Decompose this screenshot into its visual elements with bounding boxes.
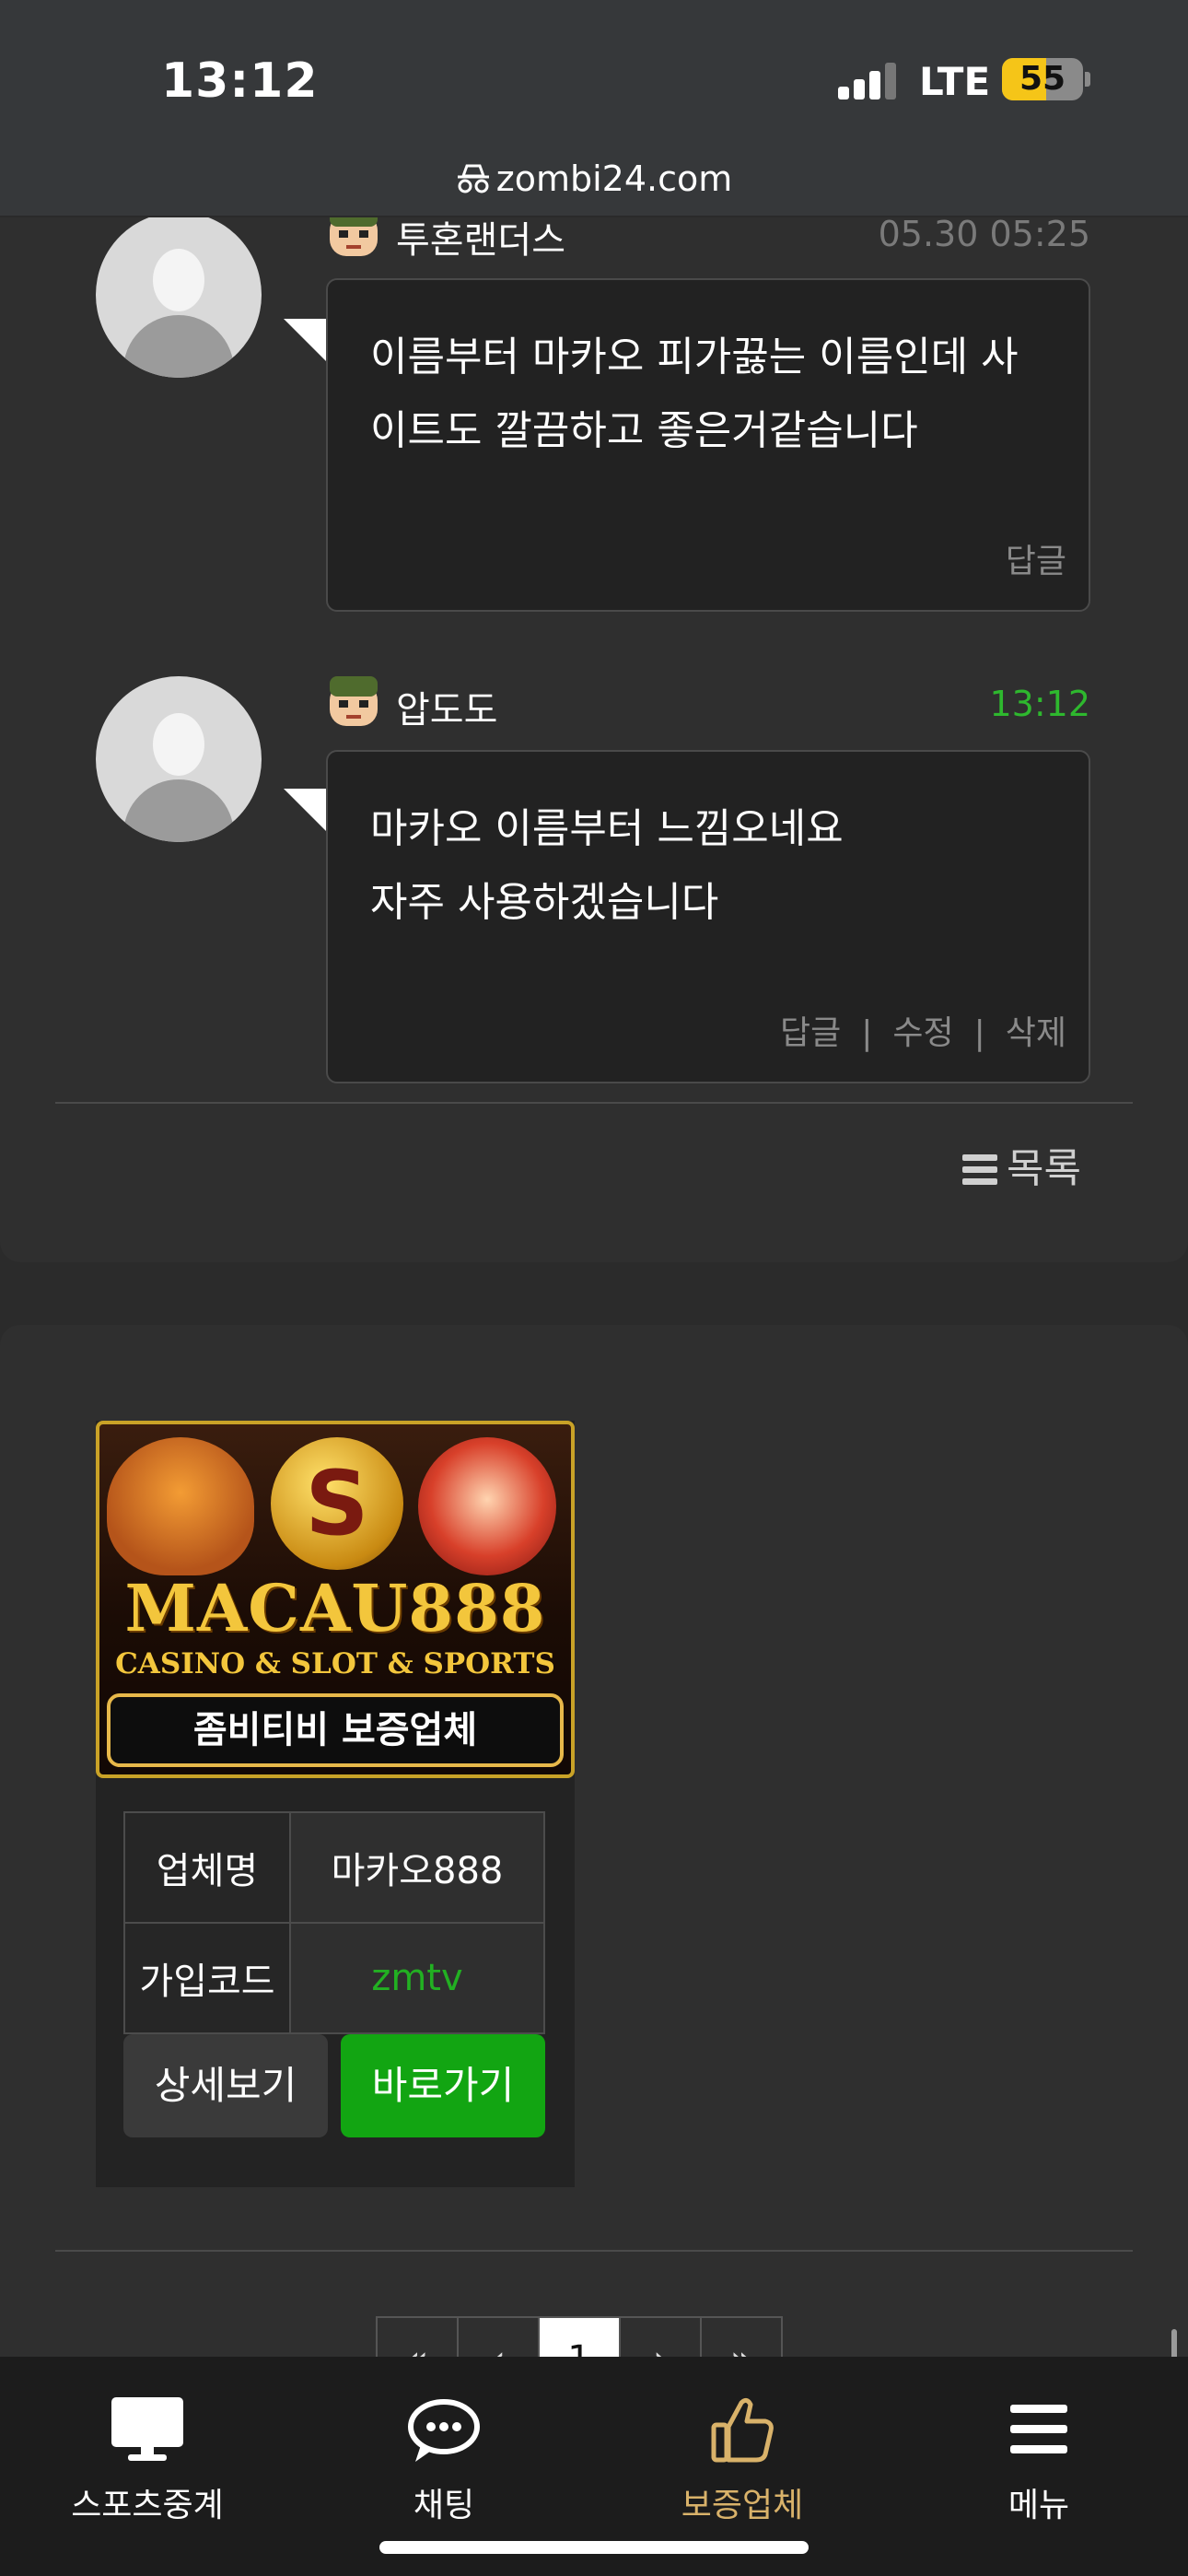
comment-line: 자주 사용하겠습니다 bbox=[370, 879, 719, 926]
comment-text: 마카오 이름부터 느낌오네요 자주 사용하겠습니다 bbox=[370, 792, 1070, 940]
table-key: 가입코드 bbox=[123, 1922, 291, 2034]
table-value: 마카오888 bbox=[289, 1811, 545, 1924]
battery-cap bbox=[1085, 72, 1090, 87]
delete-button[interactable]: 삭제 bbox=[1006, 1014, 1066, 1052]
comment-line: 마카오 이름부터 느낌오네요 bbox=[370, 805, 844, 852]
network-type: LTE bbox=[919, 59, 991, 104]
privacy-icon bbox=[457, 164, 489, 193]
divider: | bbox=[861, 1014, 873, 1052]
lion-dance-image bbox=[418, 1437, 556, 1575]
bubble-tail bbox=[284, 319, 328, 363]
battery-icon: 55 bbox=[1002, 58, 1083, 100]
bubble-tail bbox=[284, 789, 328, 833]
brand-logo-text: MACAU888 bbox=[124, 1570, 546, 1646]
comment-author[interactable]: 투혼랜더스 bbox=[396, 210, 565, 263]
rank-badge-icon bbox=[330, 676, 378, 726]
table-row: 업체명 마카오888 bbox=[123, 1811, 545, 1924]
comment-line: 이름부터 마카오 피가끓는 이름인데 사 bbox=[370, 334, 1019, 381]
status-bar: 13:12 LTE 55 zombi24.com bbox=[0, 0, 1188, 217]
edit-button[interactable]: 수정 bbox=[892, 1014, 953, 1052]
comment-actions: 답글 | 수정 | 삭제 bbox=[780, 1006, 1066, 1054]
comment-actions: 답글 bbox=[1006, 534, 1066, 582]
list-button-label: 목록 bbox=[1007, 1145, 1081, 1192]
nav-menu[interactable]: 메뉴 bbox=[928, 2394, 1149, 2526]
detail-button[interactable]: 상세보기 bbox=[123, 2034, 328, 2137]
comment-time: 13:12 bbox=[989, 684, 1090, 724]
monitor-icon bbox=[111, 2397, 183, 2461]
nav-label: 보증업체 bbox=[681, 2487, 804, 2524]
nav-sports-broadcast[interactable]: 스포츠중계 bbox=[37, 2394, 258, 2526]
nav-label: 채팅 bbox=[413, 2487, 475, 2524]
brand-subtitle: CASINO & SLOT & SPORTS bbox=[115, 1647, 555, 1680]
url-text: zombi24.com bbox=[495, 158, 733, 199]
nav-label: 메뉴 bbox=[1007, 2487, 1070, 2524]
chat-bubble-icon bbox=[408, 2399, 480, 2462]
comment-bubble: 마카오 이름부터 느낌오네요 자주 사용하겠습니다 답글 | 수정 | 삭제 bbox=[326, 750, 1090, 1083]
partner-banner[interactable]: S MACAU888 CASINO & SLOT & SPORTS 좀비티비 보… bbox=[96, 1421, 575, 1778]
nav-chat[interactable]: 채팅 bbox=[333, 2394, 554, 2526]
reply-button[interactable]: 답글 bbox=[780, 1014, 841, 1052]
avatar bbox=[96, 212, 262, 378]
partner-info-table: 업체명 마카오888 가입코드 zmtv bbox=[123, 1811, 545, 2034]
home-indicator bbox=[379, 2541, 809, 2554]
dragon-coin-logo: S bbox=[271, 1437, 403, 1570]
go-button[interactable]: 바로가기 bbox=[341, 2034, 545, 2137]
comment-author[interactable]: 압도도 bbox=[396, 680, 497, 733]
nav-partners[interactable]: 보증업체 bbox=[632, 2394, 853, 2526]
avatar bbox=[96, 676, 262, 842]
comment-time: 05.30 05:25 bbox=[878, 214, 1090, 254]
address-bar[interactable]: zombi24.com bbox=[0, 158, 1188, 199]
hamburger-menu-icon bbox=[1010, 2405, 1067, 2453]
comment-line: 이트도 깔끔하고 좋은거같습니다 bbox=[370, 407, 918, 454]
divider bbox=[55, 2250, 1133, 2252]
signal-icon bbox=[838, 63, 897, 100]
thumbs-up-icon bbox=[711, 2397, 774, 2463]
divider: | bbox=[973, 1014, 985, 1052]
status-time: 13:12 bbox=[161, 53, 319, 109]
comment-text: 이름부터 마카오 피가끓는 이름인데 사 이트도 깔끔하고 좋은거같습니다 bbox=[370, 321, 1070, 468]
reply-button[interactable]: 답글 bbox=[1006, 543, 1066, 580]
table-key: 업체명 bbox=[123, 1811, 291, 1924]
partner-card: S MACAU888 CASINO & SLOT & SPORTS 좀비티비 보… bbox=[96, 1421, 575, 2187]
comment-bubble: 이름부터 마카오 피가끓는 이름인데 사 이트도 깔끔하고 좋은거같습니다 답글 bbox=[326, 278, 1090, 612]
tiger-image bbox=[107, 1437, 254, 1575]
guarantee-badge: 좀비티비 보증업체 bbox=[107, 1693, 564, 1767]
nav-label: 스포츠중계 bbox=[71, 2487, 224, 2524]
battery-level: 55 bbox=[1019, 60, 1066, 98]
table-row: 가입코드 zmtv bbox=[123, 1922, 545, 2034]
partner-panel: S MACAU888 CASINO & SLOT & SPORTS 좀비티비 보… bbox=[0, 1325, 1188, 2399]
list-icon bbox=[962, 1154, 998, 1186]
signup-code: zmtv bbox=[289, 1922, 545, 2034]
list-button[interactable]: 목록 bbox=[962, 1135, 1081, 1194]
divider bbox=[55, 1102, 1133, 1104]
